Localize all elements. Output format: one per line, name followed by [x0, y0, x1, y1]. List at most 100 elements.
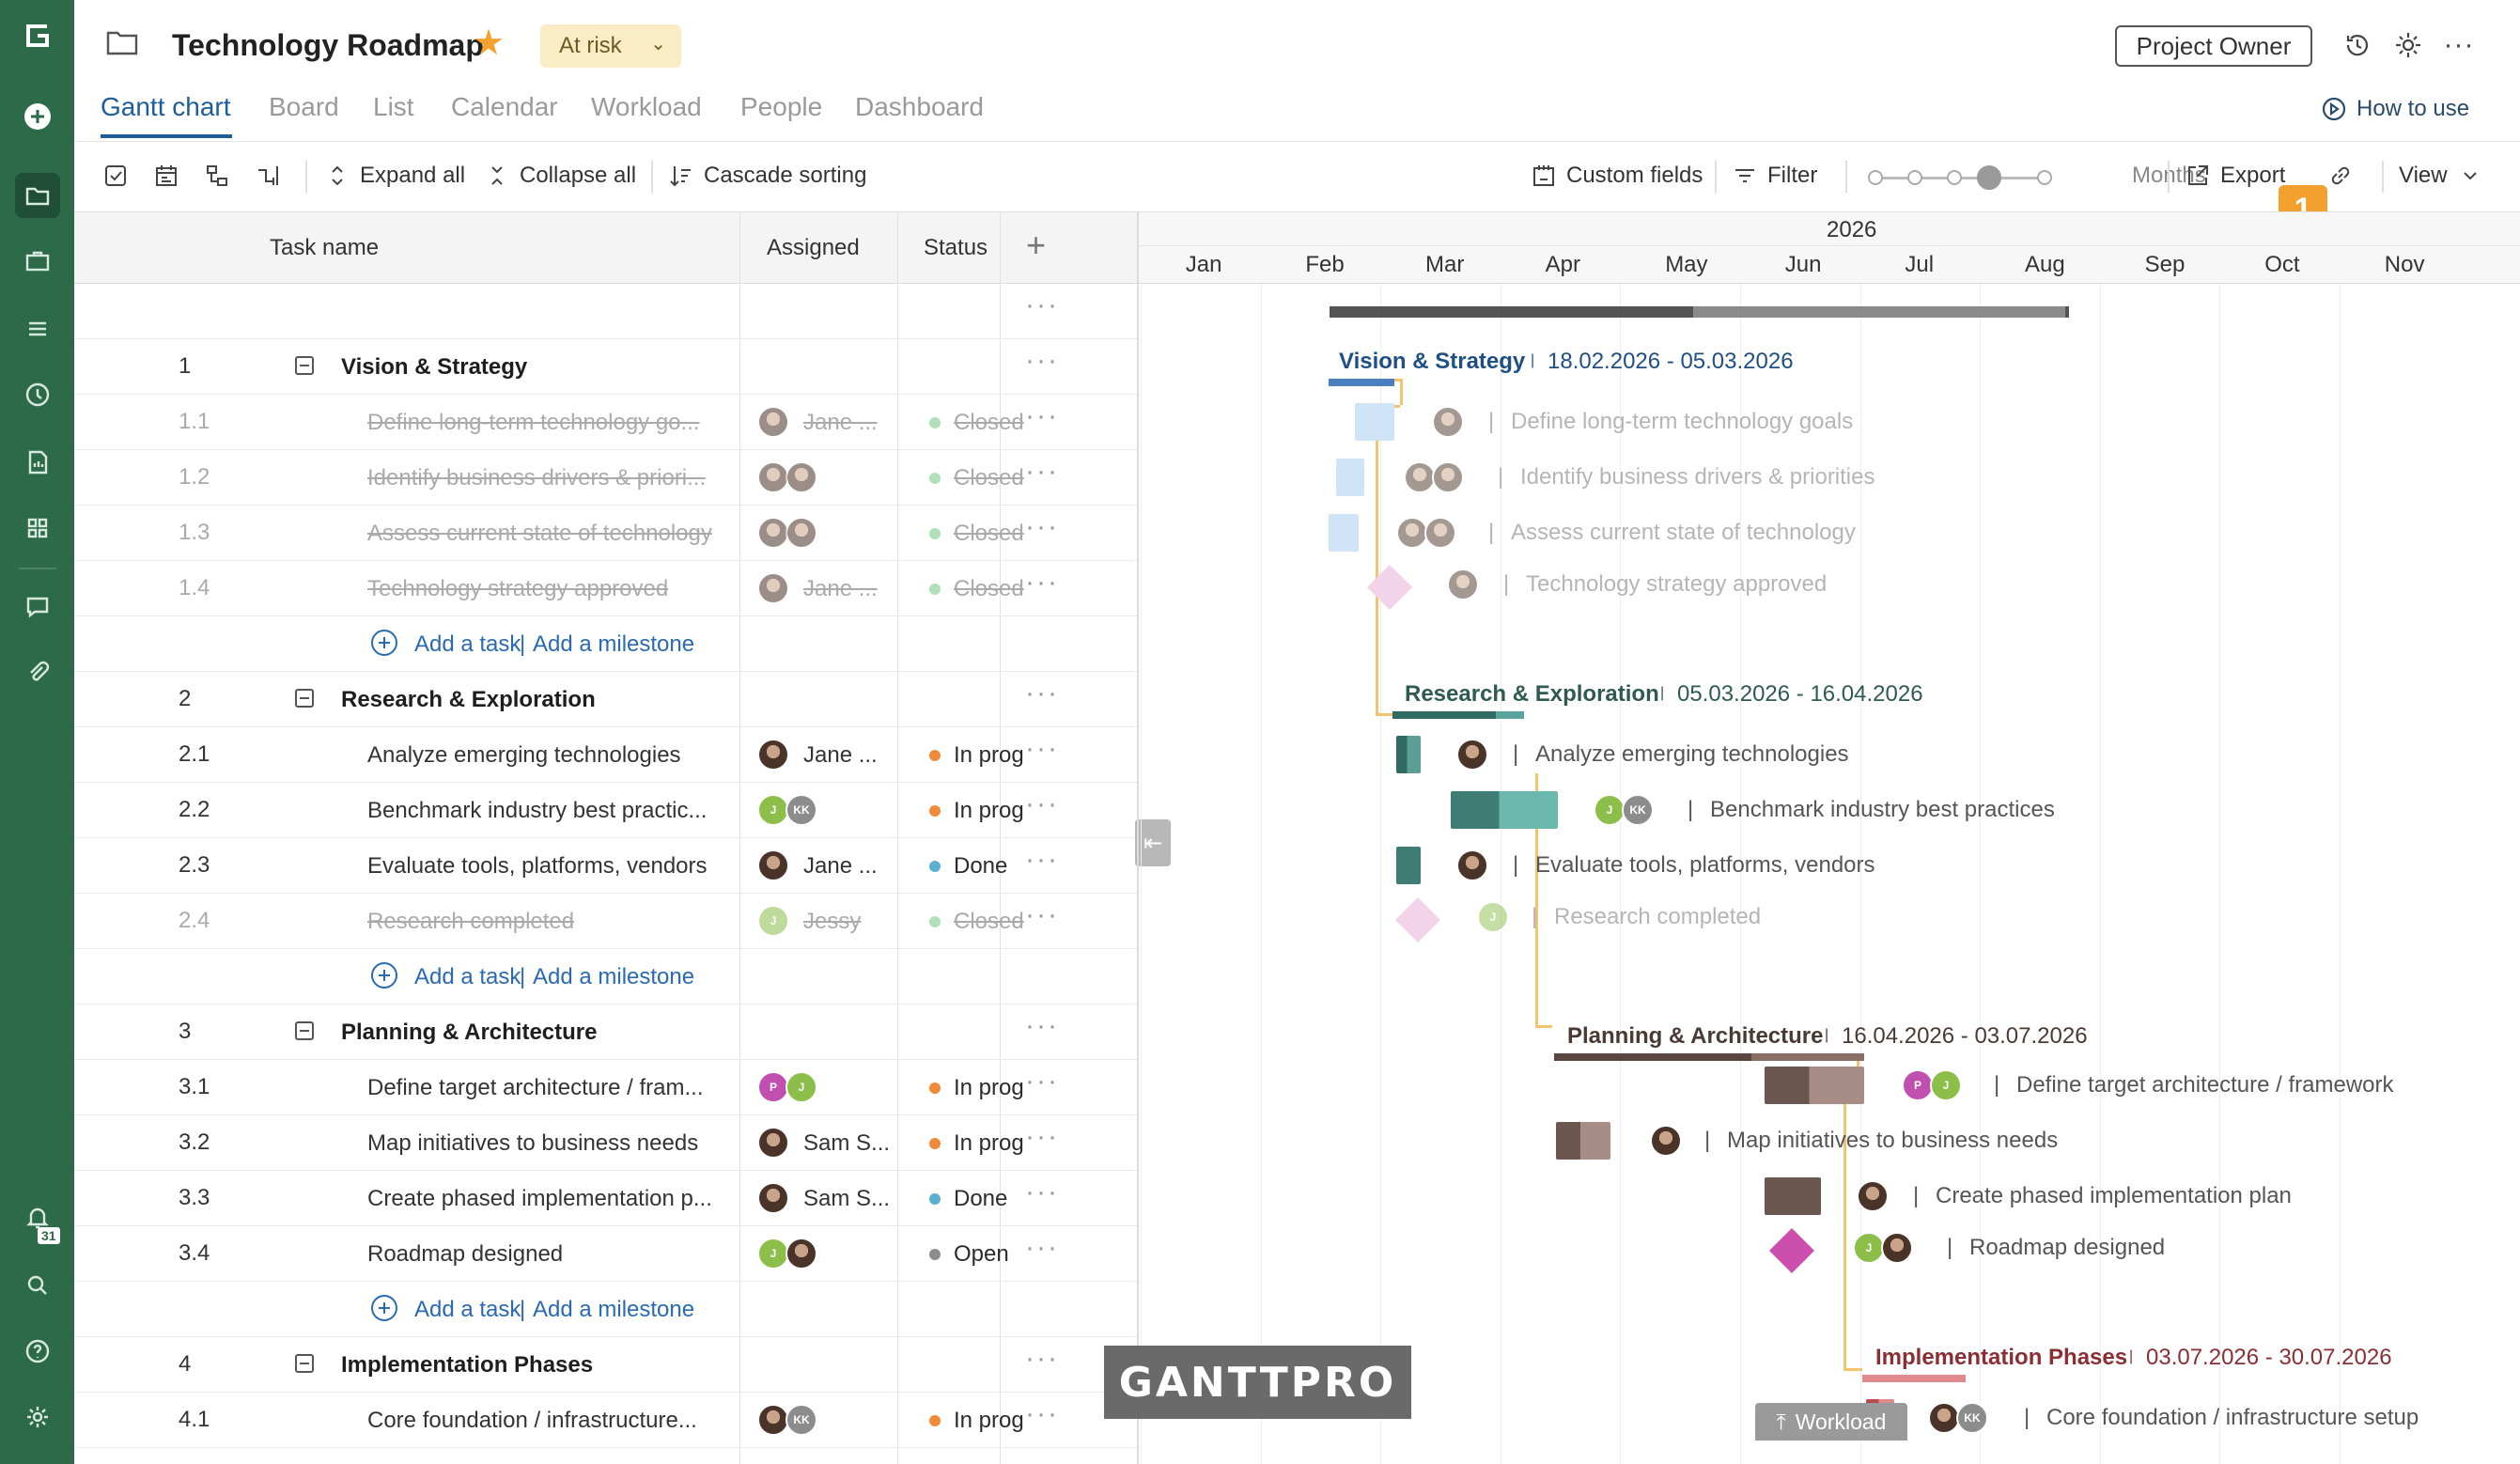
hierarchy-icon[interactable] [204, 163, 230, 189]
timeline-assignee-avatars[interactable] [1404, 461, 1464, 493]
task-name[interactable]: Roadmap designed [367, 1241, 563, 1268]
zoom-slider[interactable] [1868, 165, 2052, 190]
column-header-assigned[interactable]: Assigned [767, 235, 860, 261]
timeline-group-bar[interactable] [1862, 1375, 1966, 1382]
task-name[interactable]: Define long-term technology go... [367, 410, 700, 436]
status-cell[interactable]: Open [929, 1241, 1009, 1268]
add-task-link[interactable]: Add a task [414, 1297, 521, 1323]
column-header-status[interactable]: Status [924, 235, 988, 261]
timeline-assignee-avatars[interactable] [1447, 568, 1479, 600]
search-icon[interactable] [15, 1263, 60, 1308]
timeline-assignee-avatars[interactable] [1857, 1180, 1889, 1212]
row-more-icon[interactable]: ··· [1025, 788, 1059, 820]
history-icon[interactable] [2341, 28, 2374, 62]
zoom-stop[interactable] [1868, 170, 1883, 185]
row-more-icon[interactable]: ··· [1025, 567, 1059, 599]
task-name[interactable]: Evaluate tools, platforms, vendors [367, 853, 708, 880]
task-row[interactable]: 2.1 Analyze emerging technologies Jane ...… [74, 727, 1137, 783]
task-row[interactable]: 2.4 Research completed J Jessy Closed ··· [74, 894, 1137, 949]
timeline-assignee-avatars[interactable]: J [1477, 901, 1509, 933]
collapse-toggle-icon[interactable] [295, 1021, 314, 1040]
attachment-icon[interactable] [15, 650, 60, 695]
row-more-icon[interactable]: ··· [1025, 677, 1059, 709]
timeline-task-label[interactable]: Technology strategy approved [1526, 571, 1827, 598]
column-header-task-name[interactable]: Task name [270, 235, 379, 261]
task-name[interactable]: Analyze emerging technologies [367, 742, 681, 769]
task-name[interactable]: Research completed [367, 909, 574, 935]
task-name[interactable]: Identify business drivers & priori... [367, 465, 706, 491]
status-cell[interactable]: Closed [929, 909, 1024, 935]
status-cell[interactable]: Closed [929, 576, 1024, 602]
collapse-toggle-icon[interactable] [295, 689, 314, 708]
time-clock-icon[interactable] [15, 372, 60, 417]
task-bar[interactable] [1396, 847, 1421, 884]
task-bar[interactable] [1765, 1067, 1864, 1104]
how-to-use-link[interactable]: How to use [2321, 96, 2469, 122]
status-cell[interactable]: Done [929, 853, 1007, 880]
task-row[interactable]: 3.1 Define target architecture / fram... P… [74, 1060, 1137, 1115]
add-plus-circle-icon[interactable] [371, 1295, 397, 1321]
favorite-star-icon[interactable]: ★ [473, 25, 505, 61]
task-name[interactable]: Create phased implementation p... [367, 1186, 712, 1212]
timeline-task-label[interactable]: Assess current state of technology [1511, 520, 1856, 546]
chat-icon[interactable] [15, 584, 60, 630]
collapse-toggle-icon[interactable] [295, 1354, 314, 1373]
add-column-plus-icon[interactable]: + [1026, 226, 1046, 265]
tab-people[interactable]: People [740, 92, 822, 122]
gantt-logo-icon[interactable] [15, 13, 60, 58]
status-cell[interactable]: In prog [929, 798, 1024, 824]
timeline-assignee-avatars[interactable]: PJ [1902, 1069, 1962, 1101]
task-row[interactable]: 3.3 Create phased implementation p... Sam … [74, 1171, 1137, 1226]
status-cell[interactable]: In prog [929, 1408, 1024, 1434]
status-cell[interactable]: In prog [929, 742, 1024, 769]
timeline-assignee-avatars[interactable] [1396, 517, 1456, 549]
row-more-icon[interactable]: ··· [1025, 511, 1059, 543]
row-more-icon[interactable]: ··· [1025, 1398, 1059, 1430]
task-name[interactable]: Define target architecture / fram... [367, 1075, 703, 1101]
timeline-assignee-avatars[interactable]: J KK [1594, 794, 1654, 826]
task-name[interactable]: Assess current state of technology [367, 521, 712, 547]
timeline-task-label[interactable]: Map initiatives to business needs [1727, 1128, 2058, 1154]
group-name[interactable]: Implementation Phases [341, 1352, 593, 1378]
zoom-stop[interactable] [2037, 170, 2052, 185]
task-row[interactable]: 2.3 Evaluate tools, platforms, vendors Jan… [74, 838, 1137, 894]
group-row[interactable]: 4 Implementation Phases ··· [74, 1337, 1137, 1393]
tab-list[interactable]: List [373, 92, 414, 122]
tab-dashboard[interactable]: Dashboard [855, 92, 984, 122]
help-icon[interactable] [15, 1329, 60, 1374]
task-row[interactable]: 1.4 Technology strategy approved Jane ... C… [74, 561, 1137, 616]
projects-folder-icon[interactable] [15, 173, 60, 218]
assignee-avatars[interactable]: J [757, 1238, 817, 1269]
row-more-icon[interactable]: ··· [1025, 400, 1059, 432]
timeline-group-title[interactable]: Research & Exploration [1405, 681, 1659, 708]
assignee-avatars[interactable]: PJ [757, 1071, 817, 1103]
group-row[interactable]: 1 Vision & Strategy ··· [74, 339, 1137, 395]
portfolio-briefcase-icon[interactable] [15, 239, 60, 284]
assignee-avatars[interactable] [757, 1182, 789, 1214]
milestone-diamond[interactable] [1394, 896, 1441, 943]
group-row[interactable]: 3 Planning & Architecture ··· [74, 1005, 1137, 1060]
task-bar[interactable] [1451, 791, 1558, 829]
assignee-avatars[interactable] [757, 1127, 789, 1159]
assignee-avatars[interactable] [757, 572, 789, 604]
task-row[interactable]: 3.2 Map initiatives to business needs Sam … [74, 1115, 1137, 1171]
task-bar[interactable] [1336, 459, 1364, 496]
row-more-icon[interactable]: ··· [1025, 1066, 1059, 1098]
timeline-task-label[interactable]: Define target architecture / framework [2016, 1072, 2394, 1098]
timeline-task-label[interactable]: Benchmark industry best practices [1710, 797, 2055, 823]
create-new-icon[interactable] [15, 94, 60, 139]
task-row[interactable]: 1.2 Identify business drivers & priori...… [74, 450, 1137, 506]
task-row[interactable]: 4.1 Core foundation / infrastructure... KK… [74, 1393, 1137, 1448]
list-icon[interactable] [15, 306, 60, 351]
collapse-all-button[interactable]: Collapse all [484, 163, 636, 189]
status-cell[interactable]: Done [929, 1186, 1007, 1212]
row-more-icon[interactable]: ··· [1025, 1010, 1059, 1042]
group-row[interactable]: 2 Research & Exploration ··· [74, 672, 1137, 727]
view-dropdown[interactable]: View [2399, 163, 2483, 189]
tab-calendar[interactable]: Calendar [451, 92, 558, 122]
timeline-task-label[interactable]: Analyze emerging technologies [1535, 741, 1849, 768]
task-bar[interactable] [1396, 736, 1421, 773]
project-settings-gear-icon[interactable] [2391, 28, 2425, 62]
timeline-task-label[interactable]: Evaluate tools, platforms, vendors [1535, 852, 1875, 879]
workload-panel-toggle[interactable]: ⤒ Workload [1755, 1403, 1907, 1441]
